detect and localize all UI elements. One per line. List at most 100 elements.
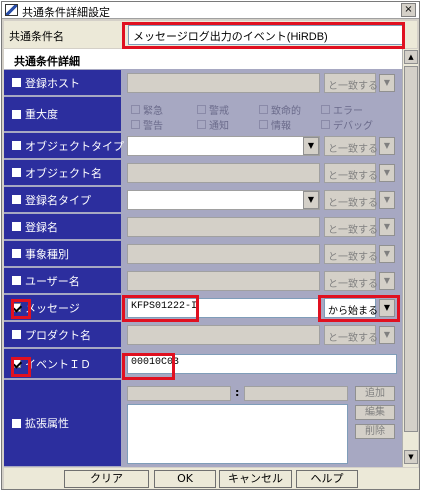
severity-option-checkbox[interactable] <box>131 105 140 114</box>
host-dropdown-icon[interactable]: ▼ <box>379 74 395 92</box>
user-name-label: ユーザー名 <box>25 274 80 288</box>
ext-attr-list[interactable] <box>127 404 348 464</box>
severity-label: 重大度 <box>25 108 58 121</box>
product-name-dropdown-icon[interactable]: ▼ <box>379 326 395 344</box>
cancel-button[interactable]: キャンセル <box>219 470 292 488</box>
scroll-up-icon[interactable]: ▲ <box>404 50 418 64</box>
close-button[interactable]: × <box>401 3 416 17</box>
object-name-dropdown-icon[interactable]: ▼ <box>379 164 395 182</box>
product-name-input[interactable] <box>127 325 320 345</box>
event-id-checkbox[interactable] <box>12 359 21 368</box>
event-id-label: イベントＩＤ <box>25 357 91 371</box>
dialog-window: 共通条件詳細設定 × 共通条件名 メッセージログ出力のイベント(HiRDB) 共… <box>1 1 420 490</box>
reg-name-type-dropdown-icon[interactable]: ▼ <box>303 191 319 209</box>
clear-button[interactable]: クリア <box>64 470 149 488</box>
product-name-label: プロダクト名 <box>25 328 91 342</box>
severity-option[interactable]: エラー <box>321 102 363 117</box>
event-type-input[interactable] <box>127 244 320 264</box>
add-button[interactable]: 追加 <box>355 386 395 401</box>
severity-option[interactable]: 致命的 <box>259 102 301 117</box>
host-checkbox[interactable] <box>12 78 21 87</box>
row-reg-name-type-label[interactable]: 登録名タイプ <box>4 187 121 213</box>
event-id-input[interactable]: 00010C03 <box>127 354 397 374</box>
user-name-match-select[interactable]: と一致する <box>324 271 378 291</box>
object-type-checkbox[interactable] <box>12 141 21 150</box>
help-button[interactable]: ヘルプ <box>296 470 358 488</box>
object-name-input[interactable] <box>127 163 320 183</box>
product-name-match-select[interactable]: と一致する <box>324 325 378 345</box>
host-input[interactable] <box>127 73 320 93</box>
severity-option[interactable]: 通知 <box>197 117 229 132</box>
row-event-type-label[interactable]: 事象種別 <box>4 241 121 267</box>
vertical-scrollbar[interactable]: ▲ ▼ <box>402 49 418 467</box>
ext-attr-value-input[interactable] <box>244 386 348 401</box>
object-type-select[interactable] <box>127 136 320 156</box>
message-input[interactable]: KFPS01222-I <box>127 298 320 318</box>
severity-option-checkbox[interactable] <box>197 105 206 114</box>
event-type-dropdown-icon[interactable]: ▼ <box>379 245 395 263</box>
button-bar: クリア OK キャンセル ヘルプ <box>4 468 419 489</box>
row-host-label[interactable]: 登録ホスト <box>4 70 121 96</box>
ext-attr-name-input[interactable] <box>127 386 231 401</box>
row-ext-attr-label[interactable]: 拡張属性 <box>4 380 121 467</box>
reg-name-input[interactable] <box>127 217 320 237</box>
object-name-checkbox[interactable] <box>12 168 21 177</box>
severity-option[interactable]: 警告 <box>131 117 163 132</box>
details-panel[interactable]: 共通条件詳細 登録ホスト と一致する ▼ 重大度 緊急 警戒 致命的 エラー 警… <box>4 49 402 467</box>
message-dropdown-icon[interactable]: ▼ <box>379 299 395 317</box>
reg-name-type-label: 登録名タイプ <box>25 193 91 207</box>
reg-name-type-match-select[interactable]: と一致する <box>324 190 378 210</box>
severity-option[interactable]: デバッグ <box>321 117 373 132</box>
reg-name-match-select[interactable]: と一致する <box>324 217 378 237</box>
user-name-checkbox[interactable] <box>12 276 21 285</box>
severity-option-checkbox[interactable] <box>321 105 330 114</box>
edit-button[interactable]: 編集 <box>355 405 395 420</box>
reg-name-type-select[interactable] <box>127 190 320 210</box>
ok-button[interactable]: OK <box>154 470 216 488</box>
reg-name-type-checkbox[interactable] <box>12 195 21 204</box>
severity-option-checkbox[interactable] <box>131 120 140 129</box>
severity-option-checkbox[interactable] <box>321 120 330 129</box>
message-label: メッセージ <box>25 301 80 315</box>
message-match-select[interactable]: から始まる <box>324 298 378 318</box>
object-type-match-select[interactable]: と一致する <box>324 136 378 156</box>
reg-name-checkbox[interactable] <box>12 222 21 231</box>
delete-button[interactable]: 削除 <box>355 424 395 439</box>
row-reg-name-label[interactable]: 登録名 <box>4 214 121 240</box>
reg-name-dropdown-icon[interactable]: ▼ <box>379 218 395 236</box>
row-object-type-label[interactable]: オブジェクトタイプ <box>4 133 124 159</box>
object-type-match-dropdown-icon[interactable]: ▼ <box>379 137 395 155</box>
host-match-select[interactable]: と一致する <box>324 73 378 93</box>
host-label: 登録ホスト <box>25 76 80 90</box>
severity-option-checkbox[interactable] <box>259 120 268 129</box>
message-checkbox[interactable] <box>12 303 21 312</box>
severity-option[interactable]: 緊急 <box>131 102 163 117</box>
row-user-name-label[interactable]: ユーザー名 <box>4 268 121 294</box>
severity-option-checkbox[interactable] <box>259 105 268 114</box>
scroll-thumb[interactable] <box>404 66 418 432</box>
event-type-checkbox[interactable] <box>12 249 21 258</box>
severity-option[interactable]: 警戒 <box>197 102 229 117</box>
row-event-id-label[interactable]: イベントＩＤ <box>4 349 121 379</box>
condition-name-input[interactable]: メッセージログ出力のイベント(HiRDB) <box>128 25 403 45</box>
section-title: 共通条件詳細 <box>4 49 402 69</box>
severity-checkbox[interactable] <box>12 109 21 119</box>
window-title: 共通条件詳細設定 <box>22 6 110 19</box>
object-type-label: オブジェクトタイプ <box>25 139 124 153</box>
reg-name-type-match-dropdown-icon[interactable]: ▼ <box>379 191 395 209</box>
product-name-checkbox[interactable] <box>12 330 21 339</box>
ext-attr-checkbox[interactable] <box>12 418 21 428</box>
severity-option-checkbox[interactable] <box>197 120 206 129</box>
user-name-input[interactable] <box>127 271 320 291</box>
object-type-dropdown-icon[interactable]: ▼ <box>303 137 319 155</box>
severity-option[interactable]: 情報 <box>259 117 291 132</box>
row-severity-label[interactable]: 重大度 <box>4 97 121 132</box>
row-object-name-label[interactable]: オブジェクト名 <box>4 160 121 186</box>
object-name-match-select[interactable]: と一致する <box>324 163 378 183</box>
ext-attr-colon: : <box>235 386 240 399</box>
event-type-match-select[interactable]: と一致する <box>324 244 378 264</box>
scroll-down-icon[interactable]: ▼ <box>404 450 418 464</box>
user-name-dropdown-icon[interactable]: ▼ <box>379 272 395 290</box>
row-message-label[interactable]: メッセージ <box>4 295 121 321</box>
row-product-name-label[interactable]: プロダクト名 <box>4 322 121 348</box>
